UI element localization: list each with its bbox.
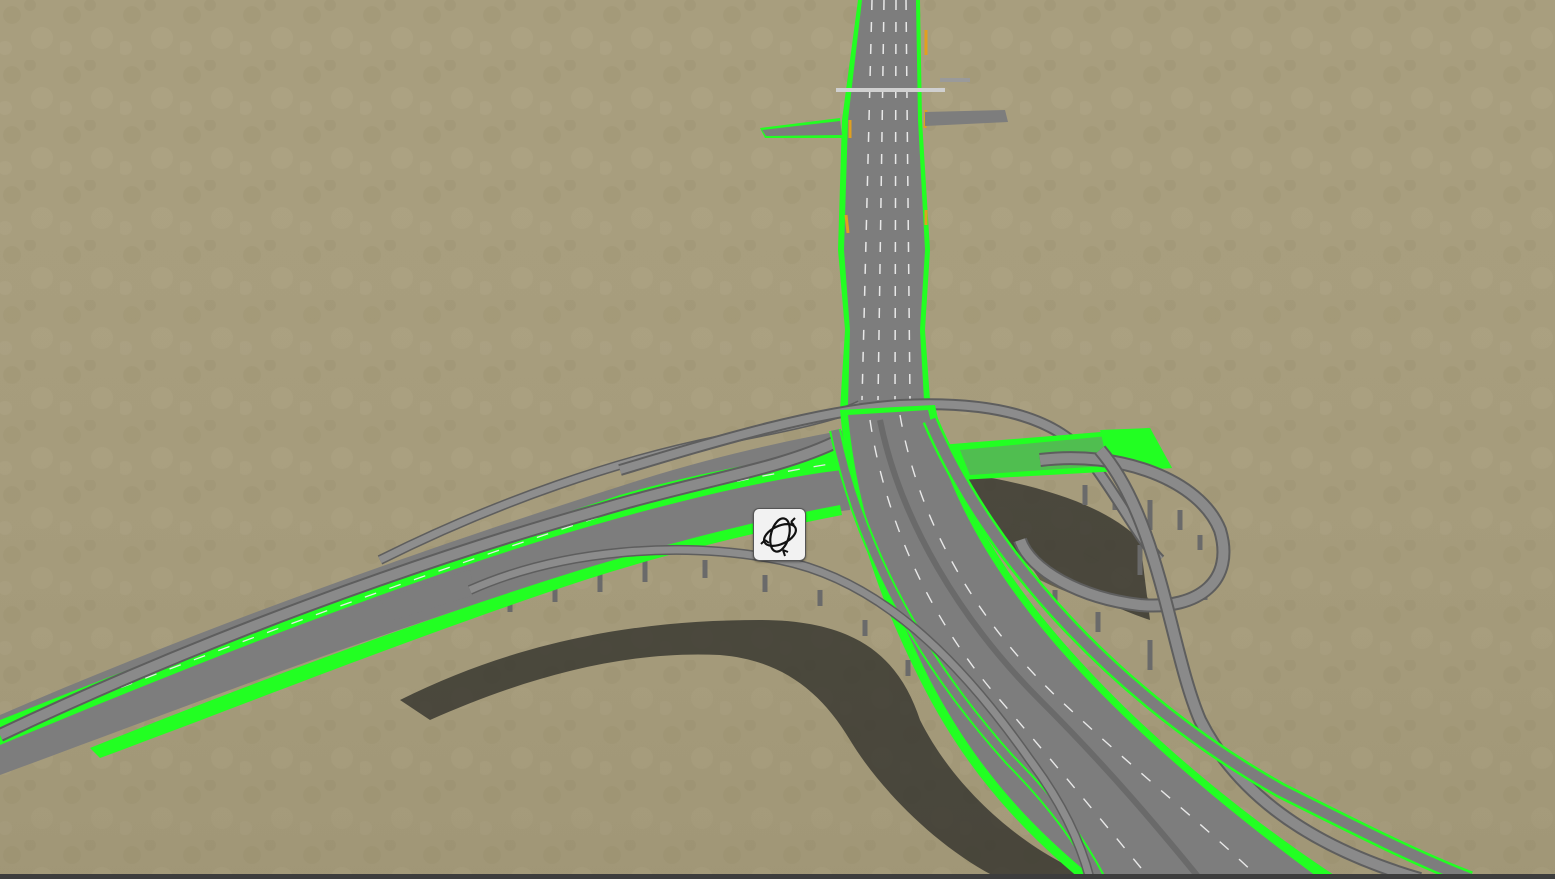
bottom-edge-bar [0,874,1555,879]
road-interchange-scene[interactable] [0,0,1555,879]
3d-viewport[interactable] [0,0,1555,879]
gizmo-glyph [760,517,797,557]
north-road[interactable] [838,0,930,410]
transform-gizmo-icon[interactable] [753,508,806,561]
